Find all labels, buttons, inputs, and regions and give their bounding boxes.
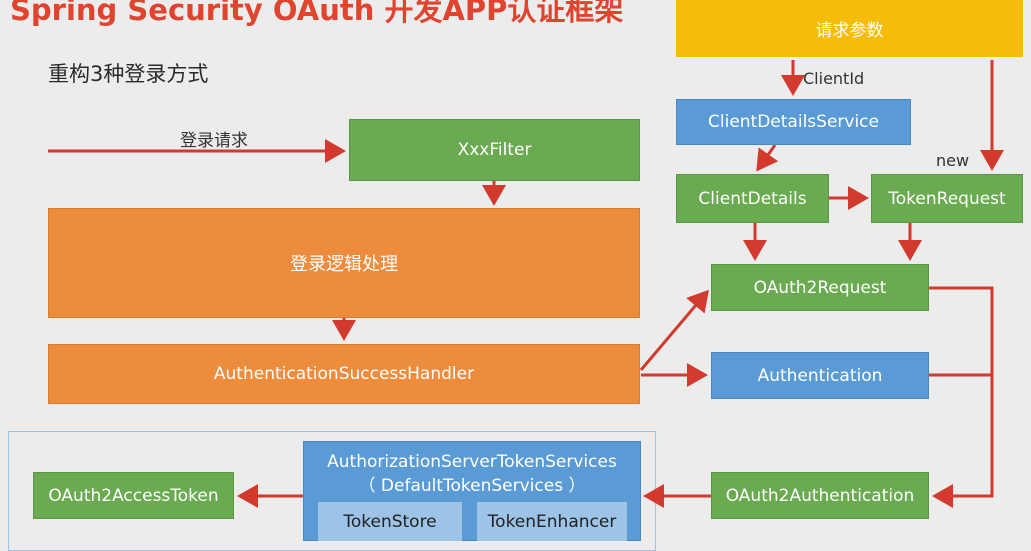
client-details-service-node: ClientDetailsService: [676, 99, 911, 145]
login-logic-node: 登录逻辑处理: [48, 208, 640, 318]
edge-label-login-request: 登录请求: [180, 131, 248, 151]
success-handler-node: AuthenticationSuccessHandler: [48, 344, 640, 404]
edge-label-new: new: [936, 151, 970, 170]
arrow-oauth2request-to-oauth2auth: [929, 286, 994, 508]
authentication-node: Authentication: [711, 352, 929, 399]
oauth2-authentication-node: OAuth2Authentication: [711, 472, 929, 519]
token-request-node: TokenRequest: [871, 174, 1023, 223]
token-services-impl-label: （ DefaultTokenServices ）: [358, 476, 586, 496]
arrow-cds-to-clientdetails: [756, 144, 779, 172]
arrow-handler-to-oauth2request: [639, 289, 709, 371]
oauth2-access-token-node: OAuth2AccessToken: [33, 472, 234, 519]
request-params-node: 请求参数: [676, 0, 1023, 57]
xxx-filter-node: XxxFilter: [349, 119, 640, 181]
oauth2-request-node: OAuth2Request: [711, 264, 929, 311]
token-store-node: TokenStore: [318, 502, 462, 541]
client-details-node: ClientDetails: [676, 174, 829, 223]
token-enhancer-node: TokenEnhancer: [477, 502, 627, 541]
edge-label-client-id: ClientId: [803, 69, 865, 88]
token-services-label: AuthorizationServerTokenServices: [327, 452, 617, 472]
